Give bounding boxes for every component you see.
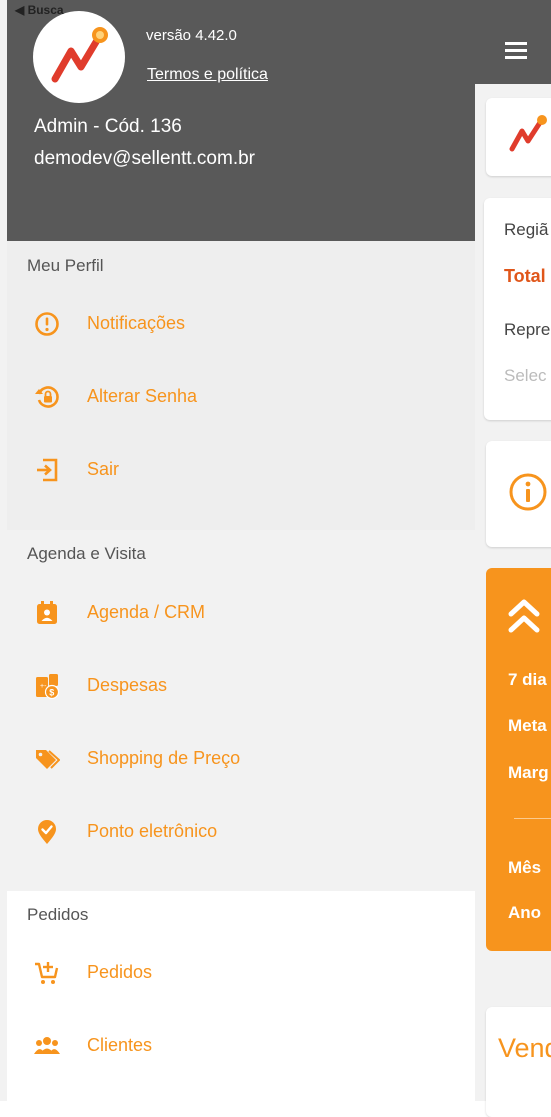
total-label: Total [504,266,546,286]
section-pedidos: Pedidos Pedidos Clientes [7,891,475,1101]
month-label: Mês [508,858,542,877]
company-logo-card [486,98,551,176]
margin-label: Marg [508,763,549,782]
account-group-icon [34,1037,60,1054]
section-agenda-visita: Agenda e Visita Agenda / CRM +- $ Despes… [7,530,475,891]
menu-item-label: Notificações [87,313,186,333]
menu-item-label: Ponto eletrônico [87,821,218,841]
info-icon [509,473,547,511]
app-logo-icon [509,115,547,152]
menu-item-label: Pedidos [87,962,153,982]
user-email: demodev@sellentt.com.br [34,148,255,169]
menu-item-agenda-crm[interactable]: Agenda / CRM [7,588,475,638]
seven-days-label: 7 dia [508,670,547,689]
menu-item-alterar-senha[interactable]: Alterar Senha [7,372,475,422]
goal-label: Meta [508,716,547,735]
svg-text:$: $ [49,688,54,698]
user-name: Admin - Cód. 136 [34,116,182,137]
sales-title: Vend [498,1033,551,1063]
menu-item-label: Clientes [87,1035,153,1055]
terms-link[interactable]: Termos e política [147,66,268,84]
avatar [33,11,125,103]
menu-item-sair[interactable]: Sair [7,445,475,495]
section-title: Agenda e Visita [27,544,146,563]
divider [514,818,551,819]
calendar-account-icon [37,601,57,624]
chevron-double-up-icon[interactable] [508,598,540,634]
year-label: Ano [508,903,542,922]
alert-circle-icon [35,312,59,336]
menu-item-label: Sair [87,459,120,479]
section-meu-perfil: Meu Perfil Notificações Alterar Senha Sa… [7,241,475,530]
cart-plus-icon [35,962,59,984]
menu-item-shopping-preco[interactable]: Shopping de Preço [7,734,475,784]
menu-item-clientes[interactable]: Clientes [7,1021,475,1071]
lock-reset-icon [35,386,59,408]
representative-label: Repre [504,320,551,339]
region-label: Regiã [504,220,549,239]
select-placeholder[interactable]: Selec [504,366,547,386]
menu-item-label: Shopping de Preço [87,748,241,768]
logout-icon [37,458,58,482]
menu-item-notificacoes[interactable]: Notificações [7,299,475,349]
menu-item-despesas[interactable]: +- $ Despesas [7,661,475,711]
menu-item-label: Alterar Senha [87,386,198,406]
status-back-link[interactable]: ◀ Busca [15,3,64,17]
price-tags-icon [36,750,60,769]
sales-summary-card: 7 dia Meta Marg Mês Ano [486,568,551,951]
receipt-money-icon: +- $ [36,674,60,699]
section-title: Pedidos [27,905,89,924]
menu-item-pedidos[interactable]: Pedidos [7,948,475,998]
section-title: Meu Perfil [27,256,104,275]
filter-card[interactable]: Regiã Total Repre Selec [484,198,551,420]
info-card [486,441,551,547]
menu-item-label: Despesas [87,675,168,695]
hamburger-menu-icon[interactable] [505,42,531,64]
app-version: versão 4.42.0 [146,27,237,44]
app-header [475,0,551,84]
map-marker-check-icon [38,820,56,844]
app-logo-icon [51,27,108,83]
menu-item-ponto-eletronico[interactable]: Ponto eletrônico [7,807,475,857]
navigation-drawer: versão 4.42.0 Termos e política Admin - … [7,0,475,1101]
drawer-header: versão 4.42.0 Termos e política Admin - … [7,0,475,241]
menu-item-label: Agenda / CRM [87,602,206,622]
